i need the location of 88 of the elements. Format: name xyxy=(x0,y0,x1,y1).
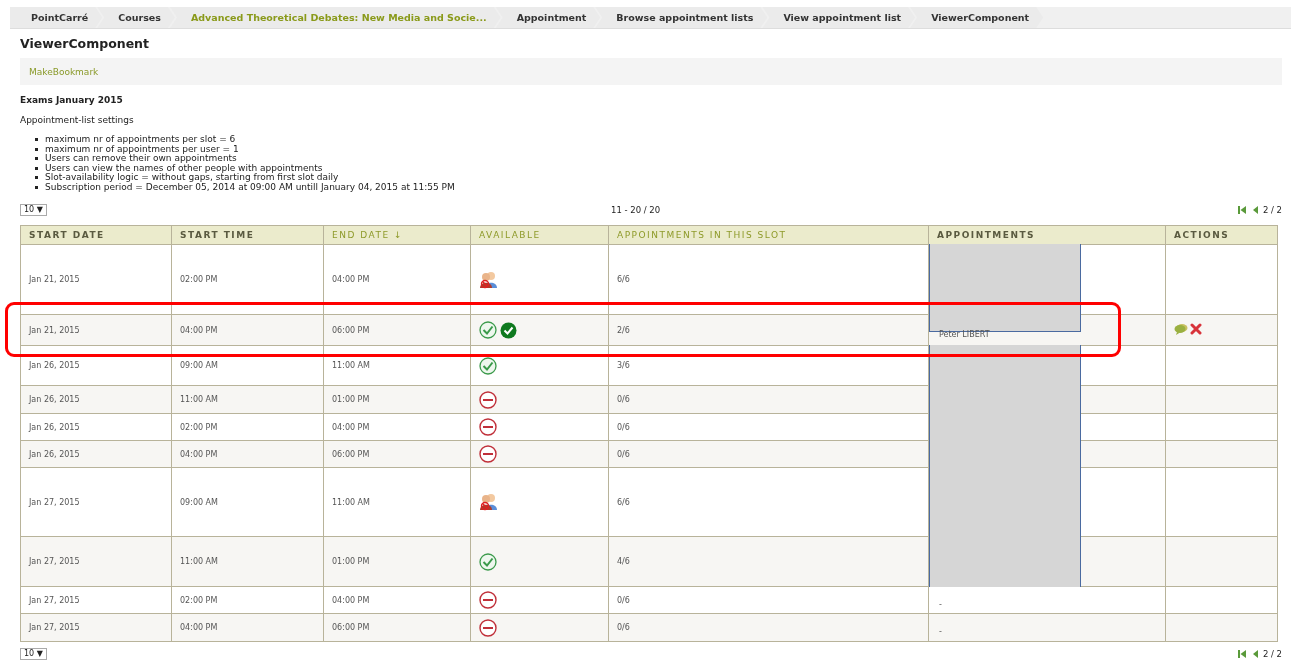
table-cell: 04:00 PM xyxy=(323,244,471,315)
page-indicator: 2 / 2 xyxy=(1262,649,1282,659)
delete-icon[interactable] xyxy=(1190,323,1202,335)
bullet-icon xyxy=(35,157,38,161)
table-cell: 0/6 xyxy=(608,613,929,642)
minus-circle-icon xyxy=(479,445,497,463)
column-header: START TIME xyxy=(171,225,324,245)
table-cell: 04:00 PM xyxy=(171,613,324,642)
check-circle-icon xyxy=(479,321,497,339)
table-cell: 02:00 PM xyxy=(171,413,324,441)
table-cell: 02:00 PM xyxy=(171,586,324,614)
filled-check-icon xyxy=(500,321,517,339)
page-size-select[interactable]: 10 ▼ xyxy=(20,204,47,216)
appointment-name: - xyxy=(938,627,943,636)
table-cell: 6/6 xyxy=(608,244,929,315)
bullet-icon xyxy=(35,138,38,142)
breadcrumb-link[interactable]: ViewerComponent xyxy=(910,7,1044,28)
check-circle-icon xyxy=(479,356,497,375)
table-cell: 04:00 PM xyxy=(323,413,471,441)
appointment-name: Peter LIBERT xyxy=(938,329,991,339)
table-cell: 04:00 PM xyxy=(323,586,471,614)
breadcrumb-link[interactable]: Courses xyxy=(97,7,175,28)
table-cell: 04:00 PM xyxy=(171,440,324,468)
breadcrumb-link[interactable]: Browse appointment lists xyxy=(595,7,768,28)
column-header: START DATE xyxy=(20,225,172,245)
table-cell: Jan 27, 2015 xyxy=(20,467,172,537)
first-page-icon[interactable] xyxy=(1236,649,1247,659)
settings-title: Appointment-list settings xyxy=(20,115,135,125)
column-header: ACTIONS xyxy=(1165,225,1278,245)
table-cell: 0/6 xyxy=(608,385,929,414)
breadcrumb-link[interactable]: View appointment list xyxy=(762,7,916,28)
table-cell: Jan 26, 2015 xyxy=(20,440,172,468)
bullet-icon xyxy=(35,185,38,189)
first-page-icon[interactable] xyxy=(1236,205,1247,215)
table-cell: 04:00 PM xyxy=(171,314,324,346)
people-full-icon xyxy=(479,493,499,511)
table-cell: 06:00 PM xyxy=(323,613,471,642)
table-cell: Jan 27, 2015 xyxy=(20,536,172,587)
table-cell: 06:00 PM xyxy=(323,440,471,468)
table-cell: 06:00 PM xyxy=(323,314,471,346)
page-indicator: 2 / 2 xyxy=(1262,205,1282,215)
table-cell: Jan 27, 2015 xyxy=(20,586,172,614)
table-cell: 02:00 PM xyxy=(171,244,324,315)
table-cell: 0/6 xyxy=(608,586,929,614)
setting-text: Slot-availability logic = without gaps, starting from first slot daily xyxy=(45,173,339,182)
table-cell: 6/6 xyxy=(608,467,929,537)
table-cell: Jan 27, 2015 xyxy=(20,613,172,642)
page-size-select[interactable]: 10 ▼ xyxy=(20,648,47,660)
bullet-icon xyxy=(35,176,38,180)
table-cell: 09:00 AM xyxy=(171,467,324,537)
minus-circle-icon xyxy=(479,591,497,609)
table-cell: 11:00 AM xyxy=(171,385,324,414)
table-cell: Jan 26, 2015 xyxy=(20,413,172,441)
table-cell: 11:00 AM xyxy=(171,536,324,587)
table-cell: 11:00 AM xyxy=(323,467,471,537)
minus-circle-icon xyxy=(479,390,497,409)
breadcrumb-link[interactable]: PointCarré xyxy=(10,7,103,28)
setting-text: Users can view the names of other people with appointments xyxy=(45,163,323,173)
setting-text: Users can remove their own appointments xyxy=(45,154,237,163)
minus-circle-icon xyxy=(479,418,497,436)
table-cell: Jan 21, 2015 xyxy=(20,244,172,315)
table-cell: Jan 26, 2015 xyxy=(20,385,172,414)
table-cell: Jan 26, 2015 xyxy=(20,345,172,386)
comment-icon[interactable] xyxy=(1174,323,1188,335)
result-range: 11 - 20 / 20 xyxy=(611,205,661,215)
appointment-name: - xyxy=(938,599,943,609)
table-cell: 0/6 xyxy=(608,440,929,468)
setting-text: Subscription period = December 05, 2014 at 09:00 AM untill January 04, 2015 at 11:55 PM xyxy=(45,182,455,192)
page-title: ViewerComponent xyxy=(20,36,150,52)
setting-text: maximum nr of appointments per slot = 6 xyxy=(45,135,236,144)
table-cell: 4/6 xyxy=(608,536,929,587)
bullet-icon xyxy=(35,147,38,151)
table-cell: 3/6 xyxy=(608,345,929,386)
table-cell: 01:00 PM xyxy=(323,385,471,414)
table-cell: 01:00 PM xyxy=(323,536,471,587)
check-circle-icon xyxy=(479,552,497,571)
table-cell: Jan 21, 2015 xyxy=(20,314,172,346)
setting-text: maximum nr of appointments per user = 1 xyxy=(45,144,239,154)
minus-circle-icon xyxy=(479,618,497,637)
table-cell: 0/6 xyxy=(608,413,929,441)
table-cell: 09:00 AM xyxy=(171,345,324,386)
breadcrumb-link[interactable]: Appointment xyxy=(495,7,601,28)
table-cell: 2/6 xyxy=(608,314,929,346)
bullet-icon xyxy=(35,166,38,170)
people-full-icon xyxy=(479,270,499,289)
column-header: APPOINTMENTS xyxy=(928,225,1166,245)
list-title: Exams January 2015 xyxy=(20,95,124,105)
table-cell: 11:00 AM xyxy=(323,345,471,386)
